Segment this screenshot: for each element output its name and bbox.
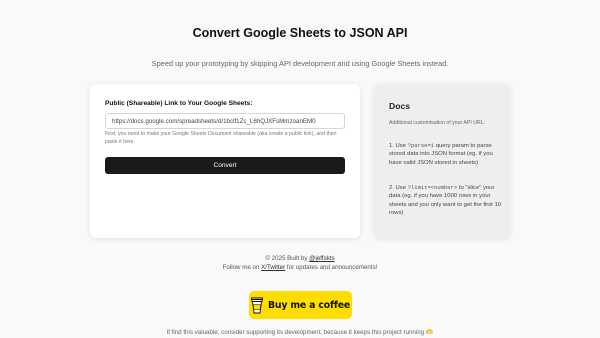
converter-card: Public (Shareable) Link to Your Google S… xyxy=(90,84,360,238)
follow-suffix-text: for updates and announcements! xyxy=(285,264,378,271)
sheets-link-label: Public (Shareable) Link to Your Google S… xyxy=(105,100,253,107)
docs-title: Docs xyxy=(389,101,411,111)
support-message: If find this valuable, consider supporti… xyxy=(0,328,600,336)
author-link[interactable]: @jeffskts xyxy=(309,255,334,262)
page-subtitle: Speed up your prototyping by skipping AP… xyxy=(151,59,449,68)
docs-item-parse-prefix: 1. Use xyxy=(389,143,408,149)
coffee-cup-icon xyxy=(251,297,263,314)
follow-prefix-text: Follow me on xyxy=(222,264,262,271)
docs-item-parse: 1. Use ?parse=1 query param to parse sto… xyxy=(389,142,501,167)
docs-item-limit: 2. Use ?limit=<number> to "slice" your d… xyxy=(389,184,501,217)
docs-item-limit-prefix: 2. Use xyxy=(389,185,408,191)
docs-panel: Docs Additional customisation of your AP… xyxy=(374,84,510,238)
help-text: First, you need to make your Google Shee… xyxy=(105,131,337,145)
hands-heart-icon: 🫶 xyxy=(425,329,434,336)
twitter-link[interactable]: X/Twitter xyxy=(261,264,285,271)
buy-me-a-coffee-button[interactable]: Buy me a coffee xyxy=(249,291,352,319)
limit-param-code: ?limit=<number> xyxy=(407,184,458,191)
bmc-label: Buy me a coffee xyxy=(267,299,351,311)
docs-intro: Additional customisation of your API URL… xyxy=(389,120,486,126)
support-text: If find this valuable, consider supporti… xyxy=(166,329,426,336)
footer-follow: Follow me on X/Twitter for updates and a… xyxy=(0,264,600,271)
footer-built-by: © 2025 Built by @jeffskts xyxy=(0,255,600,262)
parse-param-code: ?parse=1 xyxy=(407,142,435,149)
page-title: Convert Google Sheets to JSON API xyxy=(192,26,408,40)
sheets-url-input[interactable] xyxy=(105,113,345,129)
built-by-text: © 2025 Built by xyxy=(265,255,310,262)
convert-button[interactable]: Convert xyxy=(105,157,345,174)
